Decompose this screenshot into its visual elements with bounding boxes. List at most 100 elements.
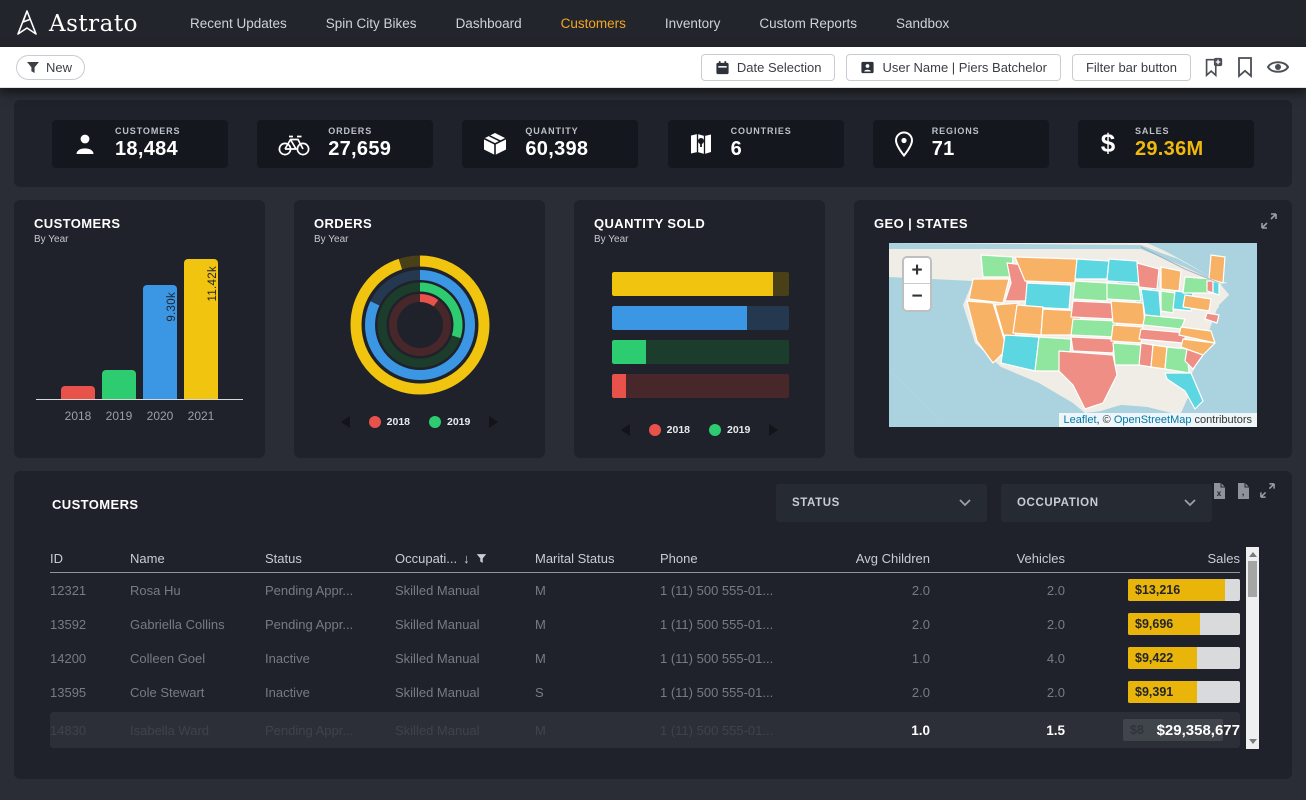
bar-2021[interactable]: 11.42k [184,259,218,399]
table-filters: STATUS OCCUPATION [776,484,1212,522]
table-title: CUSTOMERS [52,497,138,512]
status-dropdown[interactable]: STATUS [776,484,987,522]
legend-prev-arrow[interactable] [341,416,350,428]
sales-bar-cell: $13,216 [1065,579,1240,601]
svg-text:,: , [1242,487,1245,497]
legend-dot-2019 [709,424,721,436]
kpi-label: COUNTRIES [731,126,792,136]
nav-item-dashboard[interactable]: Dashboard [456,16,522,31]
legend-dot-2018 [649,424,661,436]
us-states-map[interactable]: + − Leaflet, © OpenStreetMap contributor… [889,243,1257,427]
bookmark-icon[interactable] [1235,56,1255,78]
map-zoom-in-button[interactable]: + [904,258,930,284]
nav-item-spin-city-bikes[interactable]: Spin City Bikes [326,16,417,31]
table-row[interactable]: 13592 Gabriella Collins Pending Appr... … [50,607,1240,641]
bar-2018[interactable] [61,386,95,399]
bookmark-add-icon[interactable] [1202,56,1224,78]
new-button-label: New [46,60,72,75]
chevron-down-icon [959,499,971,507]
bar-2020[interactable]: 9.30k [143,285,177,399]
kpi-regions: REGIONS 71 [873,120,1049,168]
scroll-down-arrow[interactable] [1249,739,1257,744]
toolbar-right: Date Selection User Name | Piers Batchel… [701,54,1290,81]
map-attribution: Leaflet, © OpenStreetMap contributors [1059,413,1258,427]
table-row[interactable]: 13595 Cole Stewart Inactive Skilled Manu… [50,675,1240,709]
kpi-orders: ORDERS 27,659 [257,120,433,168]
legend-dot-2018 [369,416,381,428]
eye-icon[interactable] [1266,58,1290,76]
chevron-down-icon [1184,499,1196,507]
bar-2019[interactable] [102,370,136,399]
col-id[interactable]: ID [50,551,130,566]
kpi-value: 27,659 [328,138,391,161]
kpi-quantity: QUANTITY 60,398 [462,120,638,168]
user-button-label: User Name | Piers Batchelor [882,60,1047,75]
table-scrollbar[interactable] [1246,547,1259,749]
sales-bar-cell: $9,696 [1065,613,1240,635]
expand-icon[interactable] [1260,212,1278,235]
legend-item-2019[interactable]: 2019 [709,424,750,436]
col-marital-status[interactable]: Marital Status [535,551,660,566]
col-status[interactable]: Status [265,551,395,566]
table-row[interactable]: 12321 Rosa Hu Pending Appr... Skilled Ma… [50,573,1240,607]
col-avg-children[interactable]: Avg Children [815,551,930,566]
funnel-icon [26,61,40,74]
openstreetmap-link[interactable]: OpenStreetMap [1114,414,1192,426]
radial-chart [314,249,525,401]
bicycle-icon [277,132,311,156]
kpi-value: 6 [731,138,792,161]
new-filter-button[interactable]: New [16,55,85,80]
export-excel-icon[interactable]: x [1211,482,1227,500]
user-name-button[interactable]: User Name | Piers Batchelor [846,54,1061,81]
toolbar: New Date Selection User Name | Piers Bat [0,47,1306,88]
kpi-value: 60,398 [525,138,588,161]
legend-item-2018[interactable]: 2018 [649,424,690,436]
col-occupation[interactable]: Occupati... ↓ [395,551,535,566]
nav-item-customers[interactable]: Customers [561,16,626,31]
nav-item-sandbox[interactable]: Sandbox [896,16,949,31]
col-phone[interactable]: Phone [660,551,815,566]
hbar-2021[interactable] [612,272,789,296]
expand-icon[interactable] [1259,482,1276,500]
dollar-icon: $ [1098,130,1118,158]
legend-item-2018[interactable]: 2018 [369,416,410,428]
sales-bar-cell: $9,422 [1065,647,1240,669]
hbar-2019[interactable] [612,340,789,364]
chart-subtitle: By Year [34,234,245,245]
kpi-customers: CUSTOMERS 18,484 [52,120,228,168]
export-csv-icon[interactable]: , [1235,482,1251,500]
hbar-2018[interactable] [612,374,789,398]
filter-bar-button[interactable]: Filter bar button [1072,54,1191,81]
legend-next-arrow[interactable] [489,416,498,428]
table-row[interactable]: 14200 Colleen Goel Inactive Skilled Manu… [50,641,1240,675]
legend-next-arrow[interactable] [769,424,778,436]
col-vehicles[interactable]: Vehicles [930,551,1065,566]
hbar-2020[interactable] [612,306,789,330]
map-icon [688,132,714,156]
svg-text:x: x [1217,489,1222,498]
filter-icon[interactable] [476,553,487,564]
nav-item-custom-reports[interactable]: Custom Reports [759,16,857,31]
nav-item-recent-updates[interactable]: Recent Updates [190,16,287,31]
nav-item-inventory[interactable]: Inventory [665,16,721,31]
col-sales[interactable]: Sales [1065,551,1240,566]
chart-subtitle: By Year [314,234,525,245]
legend-prev-arrow[interactable] [621,424,630,436]
brand[interactable]: Astrato [14,10,138,37]
map-zoom-out-button[interactable]: − [904,284,930,310]
scrollbar-thumb[interactable] [1248,561,1257,597]
scroll-up-arrow[interactable] [1249,552,1257,557]
col-name[interactable]: Name [130,551,265,566]
chart-title: CUSTOMERS [34,216,245,231]
legend-item-2019[interactable]: 2019 [429,416,470,428]
brand-name: Astrato [49,11,138,37]
chart-subtitle: By Year [594,234,805,245]
leaflet-link[interactable]: Leaflet [1064,414,1097,426]
customers-table: ID Name Status Occupati... ↓ Marital Sta… [50,545,1240,748]
table-header-row: ID Name Status Occupati... ↓ Marital Sta… [50,545,1240,573]
kpi-value: 71 [932,138,980,161]
date-selection-button[interactable]: Date Selection [701,54,836,81]
sales-bar-cell: $9,391 [1065,681,1240,703]
sort-desc-icon[interactable]: ↓ [463,551,470,566]
occupation-dropdown[interactable]: OCCUPATION [1001,484,1212,522]
